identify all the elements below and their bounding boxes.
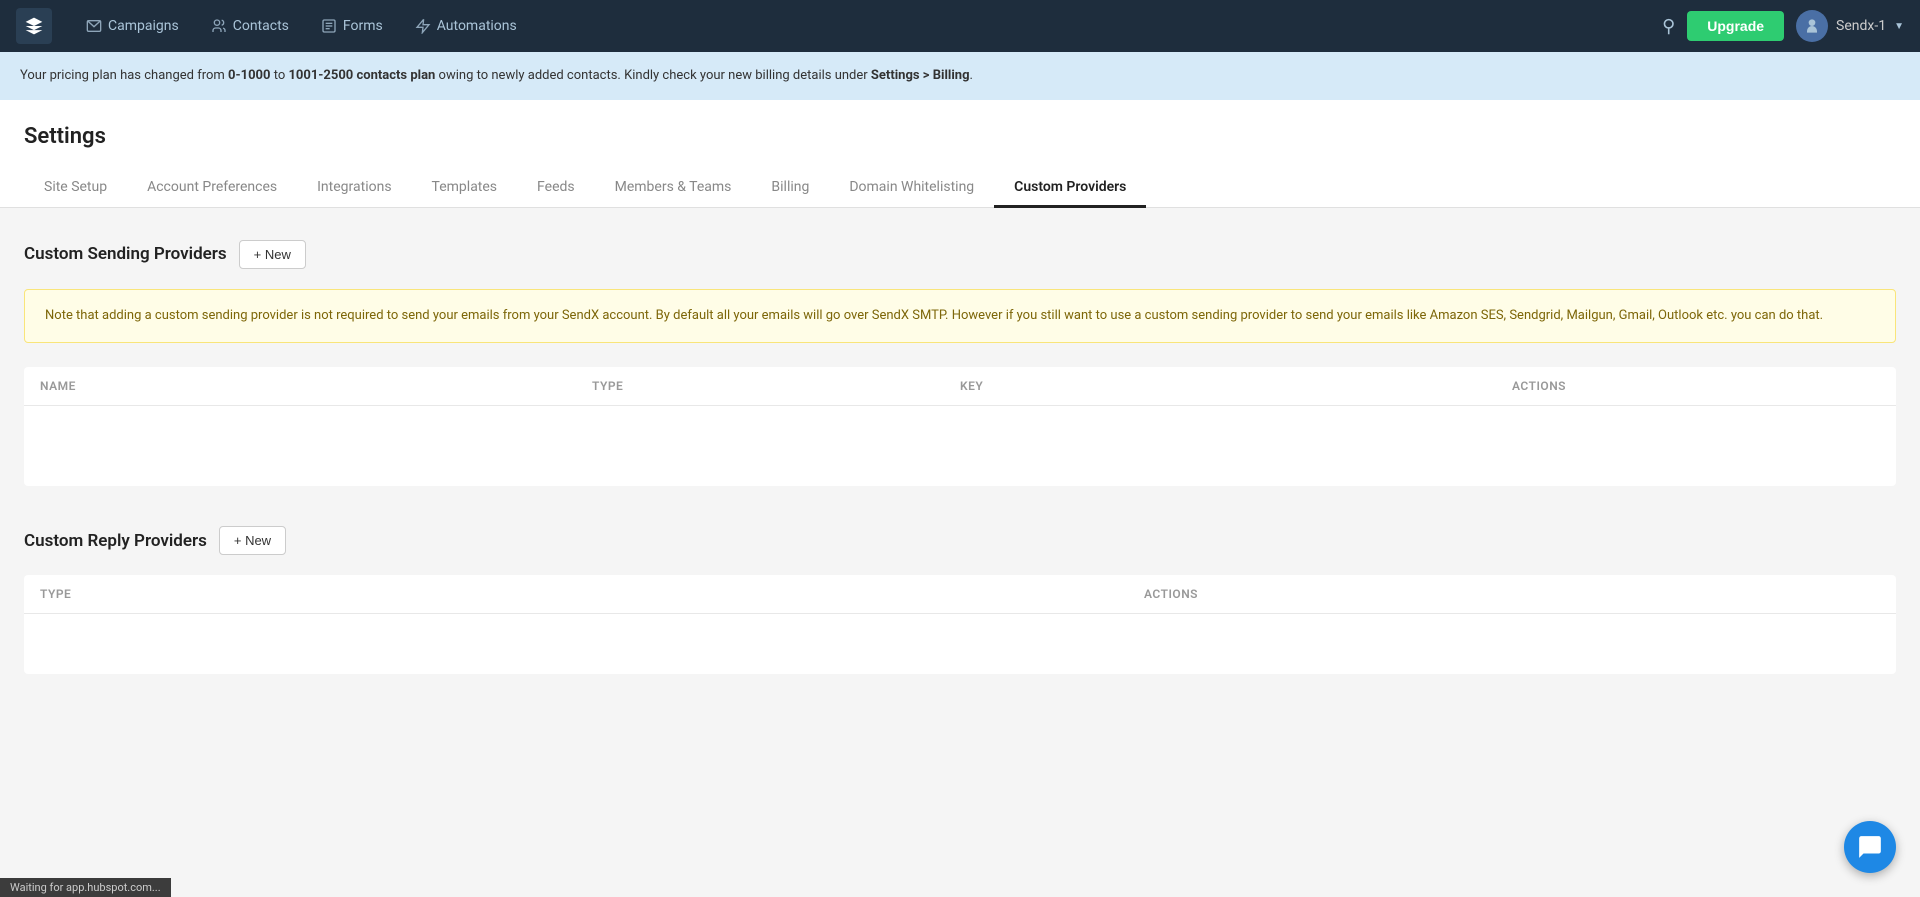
settings-title: Settings <box>24 124 1896 149</box>
new-reply-provider-button[interactable]: + New <box>219 526 286 555</box>
custom-reply-title: Custom Reply Providers <box>24 531 207 551</box>
banner-text-between: to <box>270 68 288 83</box>
avatar <box>1796 10 1828 42</box>
settings-tabs: Site Setup Account Preferences Integrati… <box>24 169 1896 207</box>
campaigns-icon <box>86 18 102 34</box>
reply-table-body <box>24 614 1896 674</box>
sending-table-body <box>24 406 1896 486</box>
custom-sending-title: Custom Sending Providers <box>24 244 227 264</box>
reply-col-actions: ACTIONS <box>1144 587 1880 601</box>
nav-links: Campaigns Contacts Forms Automations <box>72 12 1662 40</box>
reply-table-header: TYPE ACTIONS <box>24 575 1896 614</box>
upgrade-button[interactable]: Upgrade <box>1687 11 1784 41</box>
tab-billing[interactable]: Billing <box>751 169 829 208</box>
info-note-text: Note that adding a custom sending provid… <box>45 308 1823 323</box>
tab-feeds[interactable]: Feeds <box>517 169 595 208</box>
tab-account-preferences[interactable]: Account Preferences <box>127 169 297 208</box>
custom-reply-section: Custom Reply Providers + New TYPE ACTION… <box>24 526 1896 674</box>
banner-text-after: owing to newly added contacts. Kindly ch… <box>435 68 871 83</box>
reply-providers-table: TYPE ACTIONS <box>24 575 1896 674</box>
search-button[interactable]: ⚲ <box>1662 16 1675 37</box>
nav-contacts[interactable]: Contacts <box>197 12 303 40</box>
nav-forms[interactable]: Forms <box>307 12 397 40</box>
col-header-name: NAME <box>40 379 592 393</box>
forms-icon <box>321 18 337 34</box>
sending-table-header: NAME TYPE KEY ACTIONS <box>24 367 1896 406</box>
top-navigation: Campaigns Contacts Forms Automations ⚲ U… <box>0 0 1920 52</box>
chat-icon <box>1857 834 1883 860</box>
tab-domain-whitelisting[interactable]: Domain Whitelisting <box>829 169 994 208</box>
custom-sending-section-header: Custom Sending Providers + New <box>24 240 1896 269</box>
banner-text-end: . <box>970 68 973 83</box>
avatar-icon <box>1802 16 1822 36</box>
reply-col-type: TYPE <box>40 587 1144 601</box>
logo-icon <box>24 16 44 36</box>
new-sending-provider-button[interactable]: + New <box>239 240 306 269</box>
user-menu[interactable]: Sendx-1 ▼ <box>1796 10 1904 42</box>
info-banner: Your pricing plan has changed from 0-100… <box>0 52 1920 100</box>
banner-settings-link: Settings > Billing <box>871 68 970 83</box>
col-header-type: TYPE <box>592 379 960 393</box>
banner-plan-from: 0-1000 <box>228 68 270 83</box>
status-text: Waiting for app.hubspot.com... <box>10 881 161 894</box>
nav-right: ⚲ Upgrade Sendx-1 ▼ <box>1662 10 1904 42</box>
automations-icon <box>415 18 431 34</box>
chat-button[interactable] <box>1844 821 1896 873</box>
nav-automations[interactable]: Automations <box>401 12 531 40</box>
sending-providers-table: NAME TYPE KEY ACTIONS <box>24 367 1896 486</box>
logo-button[interactable] <box>16 8 52 44</box>
custom-reply-section-header: Custom Reply Providers + New <box>24 526 1896 555</box>
tab-site-setup[interactable]: Site Setup <box>24 169 127 208</box>
banner-text-before: Your pricing plan has changed from <box>20 68 228 83</box>
info-note: Note that adding a custom sending provid… <box>24 289 1896 344</box>
banner-plan-to: 1001-2500 contacts plan <box>288 68 435 83</box>
tab-integrations[interactable]: Integrations <box>297 169 411 208</box>
user-name: Sendx-1 <box>1836 18 1886 34</box>
col-header-key: KEY <box>960 379 1512 393</box>
tab-custom-providers[interactable]: Custom Providers <box>994 169 1146 208</box>
chevron-down-icon: ▼ <box>1894 21 1904 32</box>
tab-templates[interactable]: Templates <box>412 169 518 208</box>
status-bar: Waiting for app.hubspot.com... <box>0 878 171 897</box>
tab-members-teams[interactable]: Members & Teams <box>595 169 752 208</box>
content-area: Custom Sending Providers + New Note that… <box>0 208 1920 707</box>
col-header-actions: ACTIONS <box>1512 379 1880 393</box>
contacts-icon <box>211 18 227 34</box>
nav-campaigns[interactable]: Campaigns <box>72 12 193 40</box>
settings-header: Settings Site Setup Account Preferences … <box>0 100 1920 208</box>
